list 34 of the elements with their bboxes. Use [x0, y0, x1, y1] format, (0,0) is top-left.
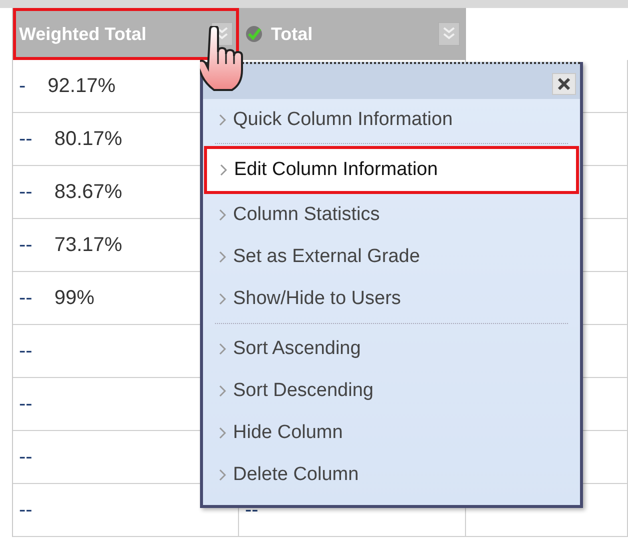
empty-grade: --: [19, 498, 32, 522]
menu-item[interactable]: Delete Column: [203, 454, 580, 496]
chevron-right-icon: [219, 293, 226, 305]
empty-grade: --: [19, 180, 32, 204]
chevron-right-icon: [219, 385, 226, 397]
empty-grade: --: [19, 340, 32, 362]
chevron-right-icon: [219, 251, 226, 263]
chevron-right-icon: [220, 164, 227, 176]
menu-item[interactable]: Show/Hide to Users: [203, 278, 580, 320]
empty-grade: --: [19, 446, 32, 468]
close-icon[interactable]: [552, 73, 576, 95]
grade-value: 83.67%: [54, 180, 122, 204]
empty-grade: --: [245, 498, 258, 522]
chevron-right-icon: [219, 114, 226, 126]
empty-grade: --: [19, 392, 32, 416]
empty-grade: --: [19, 286, 32, 310]
grade-value: 92.17%: [48, 74, 116, 98]
empty-grade: --: [19, 128, 32, 150]
chevron-right-icon: [219, 469, 226, 481]
menu-item[interactable]: Column Statistics: [203, 194, 580, 236]
chevron-right-icon: [219, 209, 226, 221]
grade-value: 99%: [54, 286, 94, 310]
empty-grade: -: [19, 74, 26, 98]
menu-item[interactable]: Edit Column Information: [204, 146, 579, 194]
menu-item[interactable]: Hide Column: [203, 412, 580, 454]
menu-item[interactable]: Sort Descending: [203, 370, 580, 412]
grade-value: 80.17%: [54, 128, 122, 150]
menu-item[interactable]: Sort Ascending: [203, 328, 580, 370]
empty-grade: --: [19, 234, 32, 256]
menu-item[interactable]: Quick Column Information: [203, 99, 580, 141]
chevron-right-icon: [219, 343, 226, 355]
chevron-right-icon: [219, 427, 226, 439]
grade-value: 73.17%: [54, 234, 122, 256]
menu-item[interactable]: Set as External Grade: [203, 236, 580, 278]
